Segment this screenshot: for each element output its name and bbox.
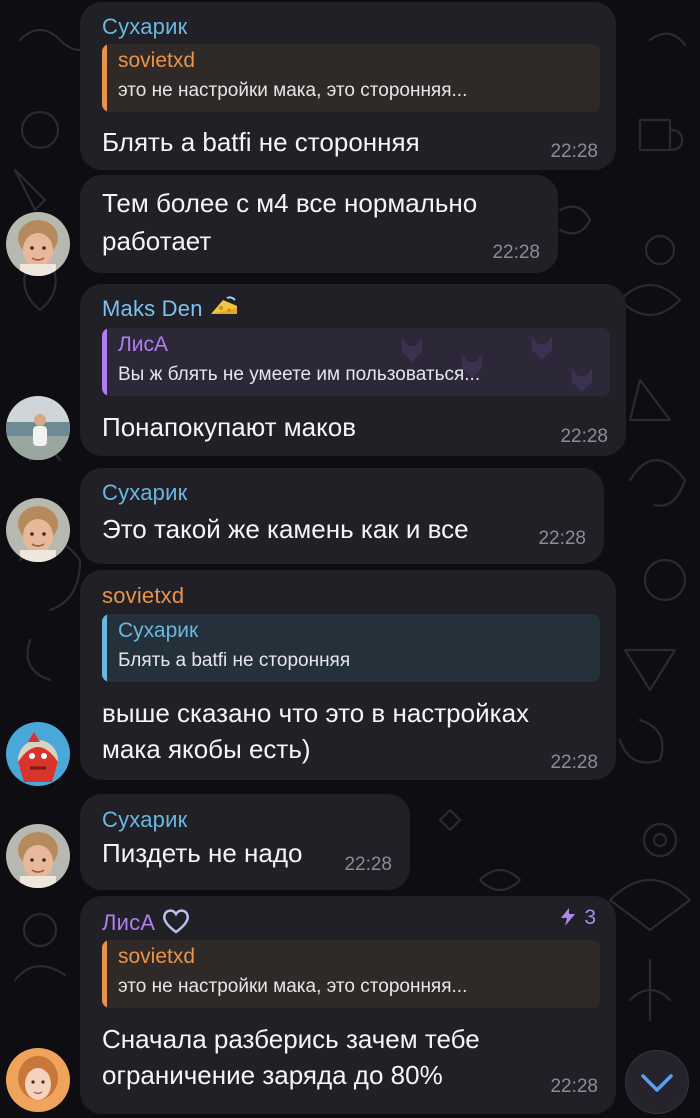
boost-count: 3 [584,906,596,929]
message-text-line-1: Тем более с м4 все нормально [102,188,478,218]
reply-bar [102,328,107,396]
sender-name[interactable]: Сухарик [102,14,187,40]
message-text: Блять а batfi не сторонняя [102,127,420,157]
avatar-sovietxd[interactable] [6,722,70,786]
reply-author: ЛисА [118,333,169,356]
avatar-image [6,212,70,276]
reply-quote[interactable]: Сухарик Блять а batfi не сторонняя [102,614,600,682]
avatar-image [6,396,70,460]
avatar-image [6,498,70,562]
message-bubble[interactable]: Сухарик Это такой же камень как и все 22… [80,468,604,564]
message-bubble[interactable]: Тем более с м4 все нормально работает 22… [80,175,558,273]
sender-name[interactable]: Сухарик [102,480,187,506]
cheese-emoji-icon [209,296,239,324]
message-time: 22:28 [550,141,598,162]
message-text-line-2: работает [102,226,212,256]
avatar-image [6,1048,70,1112]
reply-author: Сухарик [118,619,199,642]
message-time: 22:28 [560,426,608,447]
avatar-maks[interactable] [6,396,70,460]
message-text-line-1: выше сказано что это в настройках [102,698,530,728]
avatar-image [6,722,70,786]
reply-author: sovietxd [118,49,196,72]
reply-quote[interactable]: ЛисА Вы ж блять не умеете им пользоватьс… [102,328,610,396]
reply-author: sovietxd [118,945,196,968]
reply-bar [102,614,107,682]
sender-name[interactable]: sovietxd [102,583,184,609]
avatar-sukharik[interactable] [6,212,70,276]
message-text-line-1: Сначала разберись зачем тебе [102,1024,480,1054]
fox-pattern-icon [402,336,592,392]
message-time: 22:28 [538,528,586,549]
reply-text: это не настройки мака, это сторонняя... [118,976,468,997]
reply-bar [102,940,107,1008]
reply-text: это не настройки мака, это сторонняя... [118,80,468,101]
message-text: Понапокупают маков [102,412,357,442]
boost-counter[interactable]: 3 [558,906,596,930]
message-time: 22:28 [550,1076,598,1097]
message-time: 22:28 [344,854,392,875]
scroll-to-bottom-button[interactable] [625,1050,689,1114]
message-time: 22:28 [492,242,540,263]
avatar-sukharik[interactable] [6,498,70,562]
reply-quote[interactable]: sovietxd это не настройки мака, это стор… [102,44,600,112]
avatar-lisa[interactable] [6,1048,70,1112]
boost-icon [561,908,576,926]
sender-name[interactable]: Сухарик [102,807,187,833]
avatar-image [6,824,70,888]
heart-icon [161,908,191,940]
avatar-sukharik[interactable] [6,824,70,888]
message-bubble[interactable]: Сухарик Пиздеть не надо 22:28 [80,794,410,890]
reply-quote[interactable]: sovietxd это не настройки мака, это стор… [102,940,600,1008]
message-bubble[interactable]: Maks Den ЛисА Вы ж блять не умеете им по… [80,284,626,456]
message-text: Пиздеть не надо [102,838,303,868]
reply-bar [102,44,107,112]
message-time: 22:28 [550,752,598,773]
sender-name[interactable]: Maks Den [102,296,239,324]
message-text: Это такой же камень как и все [102,514,469,544]
reply-text: Блять а batfi не сторонняя [118,650,351,671]
message-bubble[interactable]: ЛисА 3 sovietxd это не настройки мака, э… [80,896,616,1114]
message-bubble[interactable]: Сухарик sovietxd это не настройки мака, … [80,2,616,170]
message-bubble[interactable]: sovietxd Сухарик Блять а batfi не сторон… [80,570,616,780]
sender-name-text: ЛисА [102,909,156,935]
sender-name-text: Maks Den [102,296,203,321]
chevron-down-icon [641,1074,673,1092]
message-text-line-2: ограничение заряда до 80% [102,1060,443,1090]
sender-name[interactable]: ЛисА [102,908,191,940]
message-text-line-2: мака якобы есть) [102,734,311,764]
